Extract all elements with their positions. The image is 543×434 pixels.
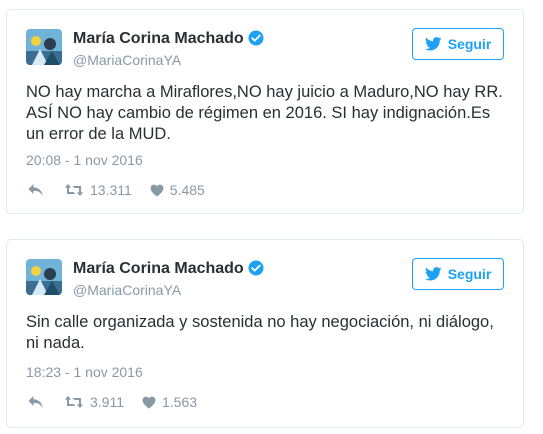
follow-button[interactable]: Seguir — [412, 28, 504, 60]
author-name[interactable]: María Corina Machado — [73, 30, 244, 48]
avatar[interactable] — [26, 259, 62, 295]
twitter-bird-icon — [424, 267, 442, 281]
tweet-actions: 13.311 5.485 — [27, 181, 205, 199]
avatar[interactable] — [26, 29, 62, 65]
reply-button[interactable] — [27, 183, 44, 197]
tweet-timestamp[interactable]: 20:08 - 1 nov 2016 — [26, 152, 143, 168]
avatar-image — [26, 29, 62, 65]
tweet-actions: 3.911 1.563 — [27, 393, 197, 411]
like-count: 1.563 — [162, 394, 198, 410]
reply-icon — [28, 184, 43, 196]
retweet-button[interactable]: 13.311 — [64, 182, 132, 198]
follow-label: Seguir — [447, 36, 492, 52]
retweet-icon — [64, 396, 84, 408]
tweet-text: Sin calle organizada y sostenida no hay … — [26, 313, 494, 352]
tweet-card: María Corina Machado @MariaCorinaYA Segu… — [6, 239, 524, 428]
verified-badge-icon — [248, 260, 264, 276]
author-name[interactable]: María Corina Machado — [73, 260, 244, 278]
retweet-icon — [64, 184, 84, 196]
reply-button[interactable] — [27, 395, 44, 409]
tweet-timestamp[interactable]: 18:23 - 1 nov 2016 — [26, 364, 143, 380]
like-button[interactable]: 1.563 — [142, 394, 197, 410]
follow-button[interactable]: Seguir — [412, 258, 504, 290]
like-count: 5.485 — [169, 182, 205, 198]
author-handle[interactable]: @MariaCorinaYA — [73, 52, 181, 68]
follow-label: Seguir — [447, 266, 492, 282]
reply-icon — [28, 396, 43, 408]
retweet-count: 13.311 — [90, 182, 132, 198]
retweet-count: 3.911 — [90, 394, 124, 410]
retweet-button[interactable]: 3.911 — [64, 394, 124, 410]
heart-icon — [150, 184, 164, 197]
verified-badge-icon — [248, 30, 264, 46]
like-button[interactable]: 5.485 — [150, 182, 205, 198]
tweet-card: María Corina Machado @MariaCorinaYA Segu… — [6, 9, 524, 214]
twitter-bird-icon — [424, 37, 442, 51]
author-handle[interactable]: @MariaCorinaYA — [73, 282, 181, 298]
tweet-text: NO hay marcha a Miraflores,NO hay juicio… — [26, 83, 503, 143]
avatar-image — [26, 259, 62, 295]
heart-icon — [142, 396, 156, 409]
